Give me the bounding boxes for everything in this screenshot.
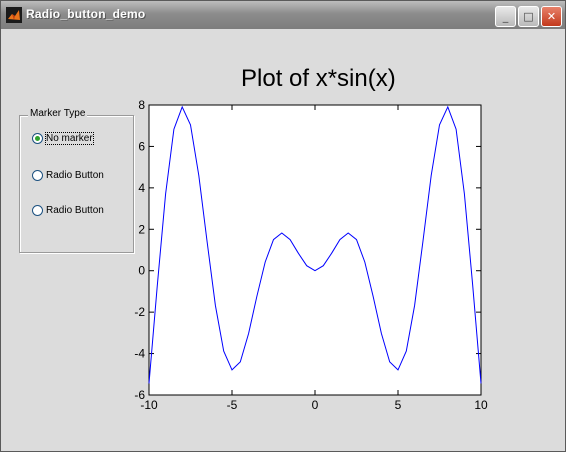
maximize-button[interactable]: □ <box>518 6 539 27</box>
minimize-icon: _ <box>502 10 509 23</box>
y-tick-label: 4 <box>138 181 145 195</box>
window-title: Radio_button_demo <box>26 7 146 21</box>
close-button[interactable]: ✕ <box>541 6 562 27</box>
y-tick-label: -4 <box>134 347 145 361</box>
y-tick-label: -2 <box>134 305 145 319</box>
maximize-icon: □ <box>523 10 534 23</box>
y-tick-label: 6 <box>138 139 145 153</box>
x-tick-label: -5 <box>227 398 238 412</box>
figure-area: Marker Type No marker Radio Button Radio… <box>5 31 561 447</box>
minimize-button[interactable]: _ <box>495 6 516 27</box>
matlab-logo-icon <box>6 7 22 23</box>
close-icon: ✕ <box>546 10 557 23</box>
y-tick-label: 8 <box>138 98 145 112</box>
y-tick-label: -6 <box>134 388 145 402</box>
x-tick-label: 5 <box>395 398 402 412</box>
y-tick-label: 0 <box>138 264 145 278</box>
line-chart: -10 -5 0 5 10-6-4-202468 <box>134 98 488 412</box>
plot-area <box>148 104 482 396</box>
x-tick-label: 0 <box>312 398 319 412</box>
x-tick-label: 10 <box>474 398 488 412</box>
title-bar[interactable]: Radio_button_demo _ □ ✕ <box>1 1 565 29</box>
app-window: Radio_button_demo _ □ ✕ Marker Type No m… <box>0 0 566 452</box>
y-tick-label: 2 <box>138 222 145 236</box>
